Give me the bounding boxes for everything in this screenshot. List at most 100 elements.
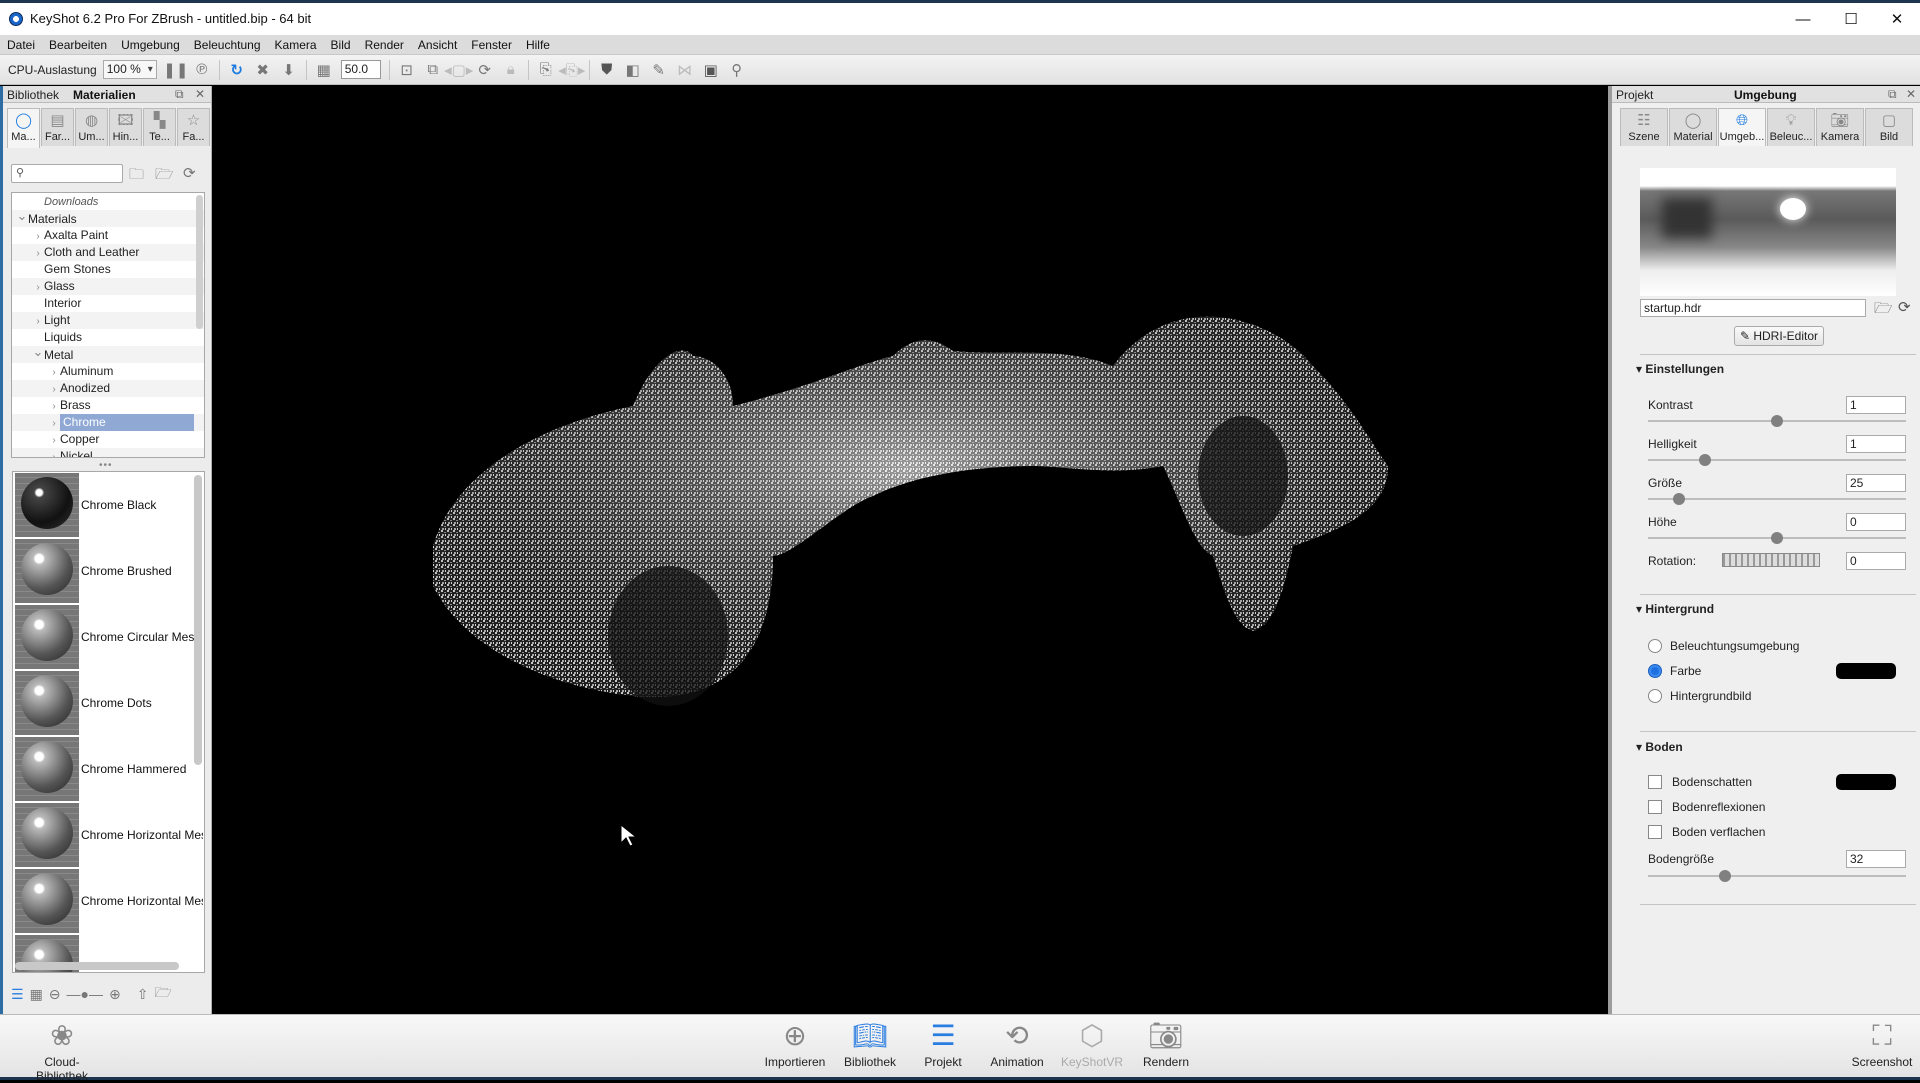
- ribbon-keyshotvr-button[interactable]: ⬡ KeyShotVR: [1052, 1015, 1132, 1077]
- chevron-down-icon[interactable]: ⌄: [16, 207, 28, 224]
- screenshot-button[interactable]: ⛶ Screenshot: [1842, 1015, 1920, 1077]
- background-radio[interactable]: [1648, 664, 1662, 678]
- chevron-right-icon[interactable]: ›: [32, 279, 44, 296]
- background-color-swatch[interactable]: [1836, 663, 1896, 679]
- tree-item[interactable]: Gem Stones: [12, 261, 204, 278]
- project-tab[interactable]: 💡︎ Beleuc...: [1767, 108, 1815, 146]
- chevron-right-icon[interactable]: ›: [48, 415, 60, 432]
- background-radio[interactable]: [1648, 639, 1662, 653]
- ground-checkbox[interactable]: [1648, 775, 1662, 789]
- menu-kamera[interactable]: Kamera: [268, 35, 324, 55]
- tree-item[interactable]: Interior: [12, 295, 204, 312]
- panel-close-icon[interactable]: ✕: [1906, 87, 1916, 101]
- ribbon-rendern-button[interactable]: 📷︎ Rendern: [1126, 1015, 1206, 1077]
- ribbon-animation-button[interactable]: ⟲ Animation: [977, 1015, 1057, 1077]
- ground-section-header[interactable]: ▾ Boden: [1636, 740, 1683, 754]
- settings-section-header[interactable]: ▾ Einstellungen: [1636, 362, 1724, 376]
- zoom-out-icon[interactable]: ⊖: [49, 986, 61, 1003]
- library-tab[interactable]: ▤ Far...: [41, 108, 74, 146]
- menu-hilfe[interactable]: Hilfe: [519, 35, 557, 55]
- menu-ansicht[interactable]: Ansicht: [411, 35, 464, 55]
- background-radio[interactable]: [1648, 689, 1662, 703]
- refresh-icon[interactable]: ↻: [224, 59, 250, 81]
- drop-to-ground-icon[interactable]: ⬇: [276, 59, 302, 81]
- ground-shadow-color-swatch[interactable]: [1836, 774, 1896, 790]
- ground-size-slider[interactable]: [1648, 870, 1906, 882]
- chevron-right-icon[interactable]: ›: [48, 364, 60, 381]
- reload-icon[interactable]: ⟳: [1898, 298, 1911, 316]
- tree-item[interactable]: › Cloth and Leather: [12, 244, 204, 261]
- cloud-upload-icon[interactable]: ⇧: [137, 986, 149, 1003]
- height-input[interactable]: 0: [1846, 513, 1906, 531]
- tree-item[interactable]: ⌄Materials: [12, 207, 204, 227]
- ground-checkbox[interactable]: [1648, 800, 1662, 814]
- minimize-button[interactable]: —: [1780, 7, 1826, 33]
- zoom-in-icon[interactable]: ⊕: [109, 986, 121, 1003]
- material-item[interactable]: Chrome Brushed: [13, 538, 204, 604]
- library-tab[interactable]: ☆ Fa...: [177, 108, 210, 146]
- background-section-header[interactable]: ▾ Hintergrund: [1636, 602, 1714, 616]
- chevron-right-icon[interactable]: ›: [48, 449, 60, 457]
- project-tab[interactable]: ◯ Material: [1669, 108, 1717, 146]
- add-folder-icon[interactable]: 🗀: [129, 164, 144, 189]
- material-item[interactable]: Chrome Horizontal Mesh: [13, 802, 204, 868]
- pause-icon[interactable]: ❚❚: [163, 59, 189, 81]
- zbrush-icon[interactable]: ⚲: [724, 59, 750, 81]
- menu-fenster[interactable]: Fenster: [464, 35, 519, 55]
- performance-mode-icon[interactable]: ℗: [189, 59, 215, 81]
- rotation-input[interactable]: 0: [1846, 552, 1906, 570]
- ribbon-bibliothek-button[interactable]: 📖︎ Bibliothek: [830, 1015, 910, 1077]
- add-studio-icon[interactable]: ⎘: [533, 59, 559, 81]
- cpu-usage-select[interactable]: 100 %: [102, 60, 157, 79]
- prev-camera-icon[interactable]: ◂▢▸: [444, 59, 473, 81]
- reset-camera-icon[interactable]: ⟳: [472, 59, 498, 81]
- network-icon[interactable]: ⋈: [672, 59, 698, 81]
- menu-beleuchtung[interactable]: Beleuchtung: [187, 35, 268, 55]
- library-search-input[interactable]: ⚲: [11, 164, 123, 183]
- height-slider-knob[interactable]: [1771, 532, 1783, 544]
- material-list-hscrollbar[interactable]: [15, 962, 179, 970]
- material-item[interactable]: Chrome Horizontal Mesh: [13, 868, 204, 934]
- tree-item[interactable]: ⌄Metal: [12, 343, 204, 363]
- hdr-file-input[interactable]: startup.hdr: [1640, 299, 1866, 317]
- material-list-scrollbar[interactable]: [194, 475, 202, 765]
- cloud-library-button[interactable]: ❀ Cloud-Bibliothek: [20, 1015, 104, 1083]
- material-item[interactable]: Chrome Dots: [13, 670, 204, 736]
- tree-item[interactable]: › Glass: [12, 278, 204, 295]
- size-input[interactable]: 25: [1846, 474, 1906, 492]
- chevron-down-icon[interactable]: ⌄: [32, 343, 44, 360]
- brightness-input[interactable]: 1: [1846, 435, 1906, 453]
- contrast-slider[interactable]: [1648, 415, 1906, 427]
- brightness-slider[interactable]: [1648, 454, 1906, 466]
- list-view-icon[interactable]: ☰: [11, 986, 24, 1003]
- grid-icon[interactable]: ▦: [311, 59, 337, 81]
- tree-item[interactable]: Downloads: [12, 193, 204, 210]
- terminal-icon[interactable]: ▣: [698, 59, 724, 81]
- tree-item[interactable]: › Copper: [12, 431, 204, 448]
- library-tab[interactable]: ▚ Te...: [143, 108, 176, 146]
- splitter-handle[interactable]: •••: [99, 460, 113, 471]
- ground-size-input[interactable]: 32: [1846, 850, 1906, 868]
- menu-datei[interactable]: Datei: [0, 35, 42, 55]
- tree-item[interactable]: › Anodized: [12, 380, 204, 397]
- library-tab[interactable]: ◯ Ma...: [7, 108, 40, 148]
- thumbnail-size-slider[interactable]: —●—: [67, 986, 103, 1002]
- export-folder-icon[interactable]: 🗁: [154, 982, 171, 1006]
- import-folder-icon[interactable]: 🗁: [155, 164, 174, 189]
- lock-camera-icon[interactable]: 🔒︎: [498, 59, 524, 81]
- material-item[interactable]: Chrome Black: [13, 472, 204, 538]
- project-tab[interactable]: 🌐︎ Umgeb...: [1718, 108, 1766, 146]
- height-slider[interactable]: [1648, 532, 1906, 544]
- tree-scrollbar[interactable]: [196, 195, 203, 329]
- prev-studio-icon[interactable]: ◂⎘▸: [558, 59, 585, 81]
- project-tab[interactable]: ▢ Bild: [1865, 108, 1913, 146]
- material-item[interactable]: Chrome Circular Mesh: [13, 604, 204, 670]
- hdri-editor-button[interactable]: ✎ HDRI-Editor: [1734, 326, 1824, 346]
- fov-input[interactable]: 50.0: [340, 60, 381, 79]
- tree-item[interactable]: › Light: [12, 312, 204, 329]
- add-camera-icon[interactable]: ⊡: [394, 59, 420, 81]
- fit-view-icon[interactable]: ✖: [250, 59, 276, 81]
- undock-icon[interactable]: ⧉: [1888, 87, 1897, 102]
- tree-item[interactable]: › Aluminum: [12, 363, 204, 380]
- project-tab[interactable]: ☷ Szene: [1620, 108, 1668, 146]
